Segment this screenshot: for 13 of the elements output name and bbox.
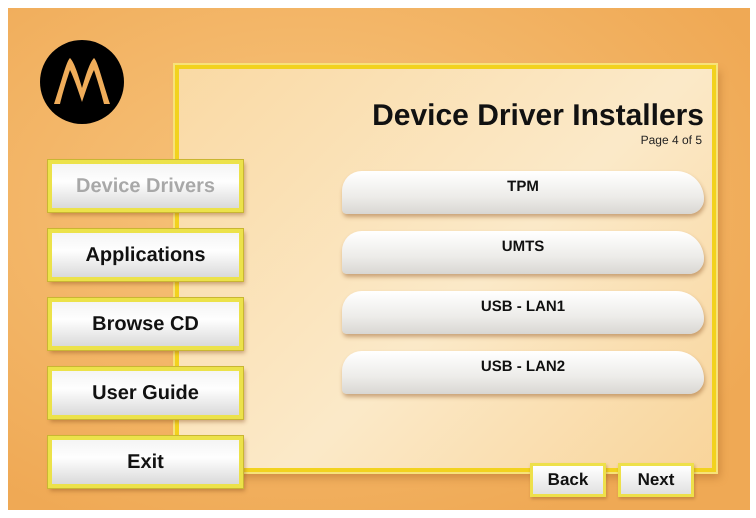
logo-icon xyxy=(40,40,124,124)
next-button[interactable]: Next xyxy=(618,463,694,497)
nav-button[interactable]: User Guide xyxy=(48,367,243,419)
installer-button[interactable]: USB - LAN2 xyxy=(342,351,704,394)
back-button[interactable]: Back xyxy=(530,463,606,497)
installer-button[interactable]: UMTS xyxy=(342,231,704,274)
nav-button[interactable]: Browse CD xyxy=(48,298,243,350)
nav-button[interactable]: Exit xyxy=(48,436,243,488)
page-indicator: Page 4 of 5 xyxy=(640,133,702,147)
installer-button[interactable]: USB - LAN1 xyxy=(342,291,704,334)
panel-title: Device Driver Installers xyxy=(372,99,704,133)
installer-button[interactable]: TPM xyxy=(342,171,704,214)
nav-button[interactable]: Applications xyxy=(48,229,243,281)
